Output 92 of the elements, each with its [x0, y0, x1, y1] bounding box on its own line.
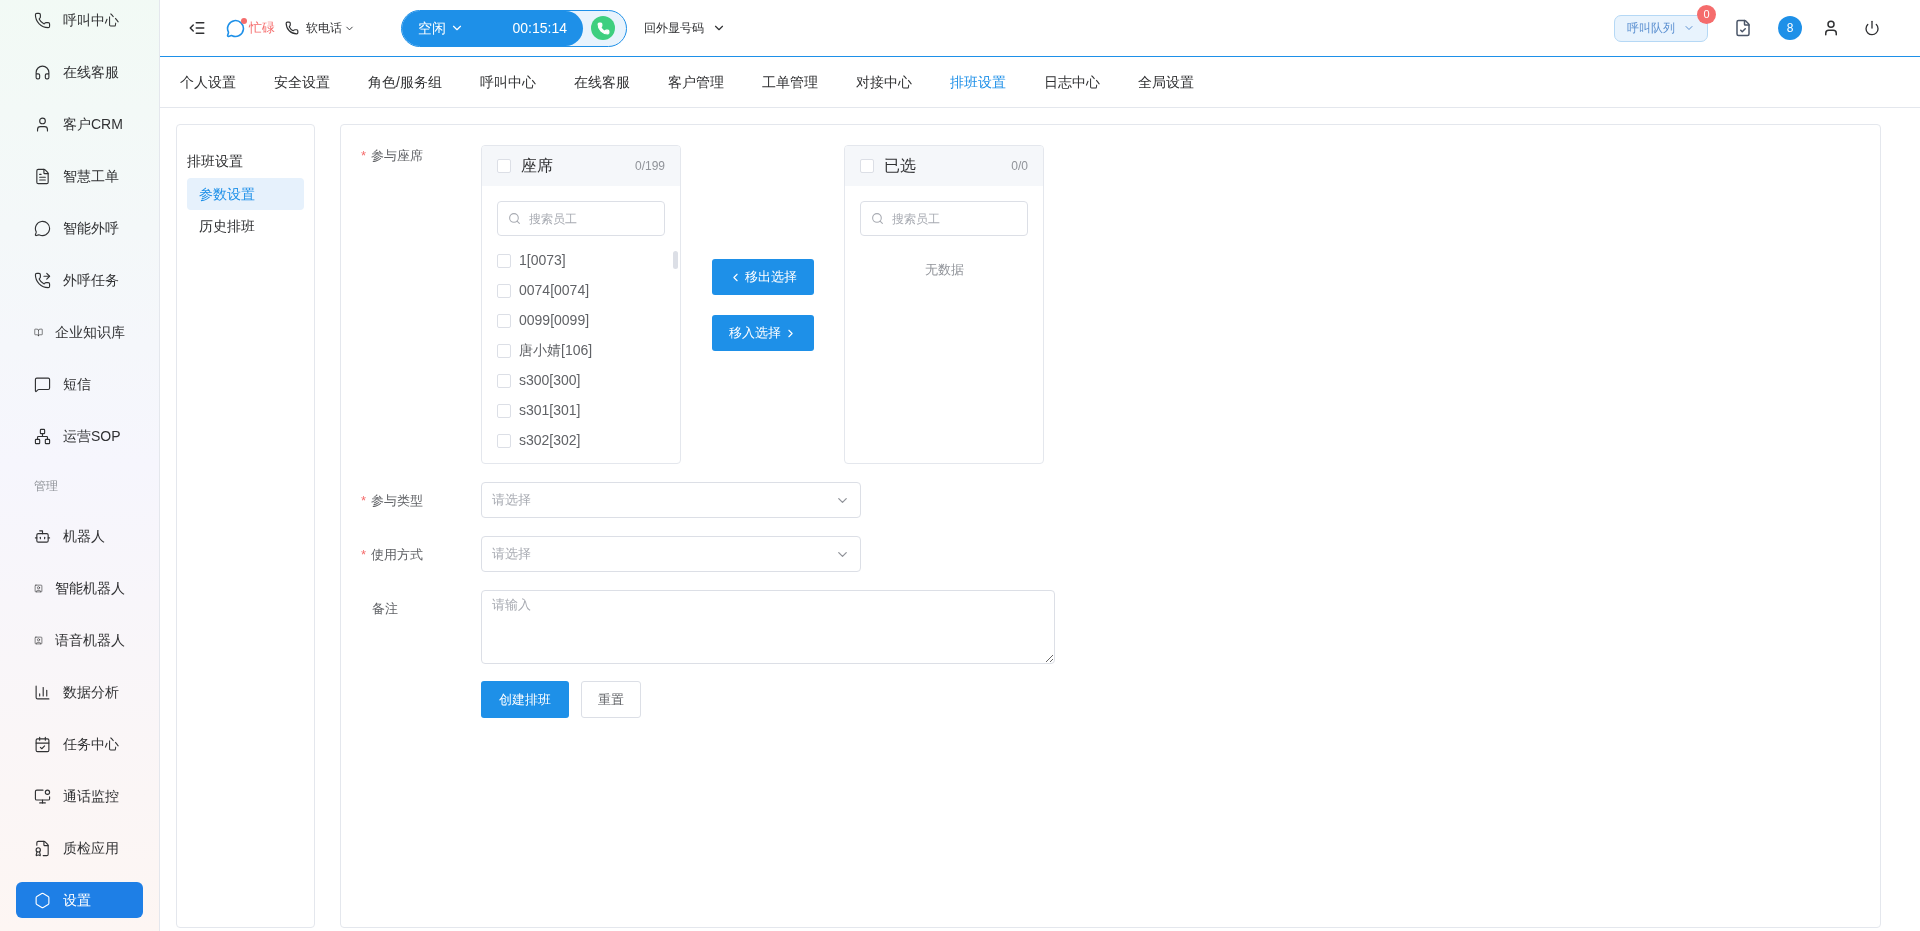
sidebar-item[interactable]: 运营SOP — [16, 418, 143, 454]
field-label: 使用方式 — [371, 546, 424, 564]
field-label: 备注 — [372, 600, 398, 618]
menu-icon — [34, 787, 51, 805]
panel-title: 座席 — [521, 156, 553, 176]
settings-tab[interactable]: 排班设置 — [949, 71, 1006, 93]
menu-icon — [34, 11, 51, 29]
search-icon — [508, 212, 521, 225]
sidebar-item[interactable]: 数据分析 — [16, 674, 143, 710]
checkbox[interactable] — [497, 403, 511, 418]
section-label: 管理 — [34, 478, 58, 495]
seat-option[interactable]: s300[300] — [497, 368, 665, 393]
checkbox[interactable] — [497, 373, 511, 388]
settings-tab[interactable]: 安全设置 — [274, 71, 330, 93]
menu-icon — [34, 735, 51, 753]
sidebar-item[interactable]: 在线客服 — [16, 54, 143, 90]
checkbox[interactable] — [497, 283, 511, 298]
empty-text: 无数据 — [924, 261, 964, 279]
phone-icon — [285, 21, 299, 35]
menu-icon — [34, 375, 51, 393]
sidebar-item[interactable]: 外呼任务 — [16, 262, 143, 298]
required-mark: * — [361, 147, 367, 165]
seat-option[interactable]: 0099[0099] — [497, 308, 665, 333]
sidebar-item[interactable]: 短信 — [16, 366, 143, 402]
required-mark: * — [361, 546, 367, 564]
sidebar-item[interactable]: 通话监控 — [16, 778, 143, 814]
sidebar-item[interactable]: 质检应用 — [16, 830, 143, 866]
settings-tab[interactable]: 全局设置 — [1137, 71, 1194, 93]
menu-icon — [34, 167, 51, 185]
sidebar-item[interactable]: 企业知识库 — [16, 314, 143, 350]
checkbox[interactable] — [497, 433, 511, 448]
sidebar-item[interactable]: 机器人 — [16, 518, 143, 554]
seat-option[interactable]: 唐小婧[106] — [497, 338, 665, 363]
seat-option[interactable]: 1[0073] — [497, 248, 665, 273]
checkbox[interactable] — [497, 253, 511, 268]
caller-id-dropdown[interactable]: 回外显号码 — [644, 19, 726, 37]
sidebar-item[interactable]: 智能机器人 — [16, 570, 143, 606]
required-mark: * — [361, 492, 367, 510]
menu-icon — [34, 427, 51, 445]
scrollbar-thumb[interactable] — [673, 251, 678, 269]
settings-tab[interactable]: 呼叫中心 — [479, 71, 536, 93]
settings-tab[interactable]: 工单管理 — [761, 71, 818, 93]
field-label: 参与类型 — [371, 492, 424, 510]
user-icon[interactable] — [1822, 19, 1840, 37]
checkbox[interactable] — [860, 159, 874, 173]
seat-option[interactable]: s301[301] — [497, 398, 665, 423]
document-icon[interactable] — [1734, 19, 1752, 37]
menu-icon — [34, 683, 51, 701]
sidebar-item[interactable]: 客户CRM — [16, 106, 143, 142]
settings-tab[interactable]: 角色/服务组 — [368, 71, 442, 93]
seat-option[interactable]: 0074[0074] — [497, 278, 665, 303]
menu-icon — [34, 891, 51, 909]
sidebar-item[interactable]: 呼叫中心 — [16, 2, 143, 38]
settings-tab[interactable]: 客户管理 — [667, 71, 724, 93]
power-icon[interactable] — [1864, 20, 1880, 36]
sidebar-item[interactable]: 智能外呼 — [16, 210, 143, 246]
queue-count-badge: 0 — [1697, 4, 1716, 24]
settings-tab[interactable]: 对接中心 — [855, 71, 912, 93]
field-label: 参与座席 — [371, 147, 424, 165]
panel-count: 0/0 — [1011, 158, 1028, 175]
remark-field[interactable]: 请输入 — [481, 590, 1055, 664]
settings-tab[interactable]: 日志中心 — [1043, 71, 1100, 93]
menu-icon — [34, 527, 51, 545]
search-field[interactable]: 搜索员工 — [860, 201, 1028, 236]
chat-icon[interactable] — [226, 18, 245, 38]
submenu-title: 排班设置 — [187, 152, 244, 171]
menu-icon — [34, 219, 51, 237]
search-icon — [871, 212, 884, 225]
panel-count: 0/199 — [634, 158, 665, 175]
seat-option[interactable]: s302[302] — [497, 428, 665, 453]
submenu-item[interactable]: 历史排班 — [187, 210, 304, 242]
menu-icon — [34, 63, 51, 81]
menu-icon — [34, 115, 51, 133]
checkbox[interactable] — [497, 343, 511, 358]
checkbox[interactable] — [497, 313, 511, 328]
softphone-dropdown[interactable]: 软电话 — [306, 19, 355, 37]
checkbox[interactable] — [497, 159, 511, 173]
call-button[interactable] — [591, 16, 615, 40]
sidebar-item[interactable]: 语音机器人 — [16, 622, 143, 658]
menu-icon — [34, 271, 51, 289]
search-field[interactable]: 搜索员工 — [497, 201, 665, 236]
call-timer: 00:15:14 — [512, 18, 567, 38]
settings-tab[interactable]: 个人设置 — [180, 71, 236, 93]
menu-icon — [34, 839, 51, 857]
sidebar-item[interactable]: 设置 — [16, 882, 143, 918]
phone-icon — [596, 21, 610, 35]
reset-button[interactable]: 重置 — [581, 681, 641, 718]
menu-icon[interactable] — [188, 19, 206, 37]
panel-title: 已选 — [884, 156, 916, 176]
sidebar-item[interactable]: 智慧工单 — [16, 158, 143, 194]
settings-tab[interactable]: 在线客服 — [573, 71, 630, 93]
sidebar-item[interactable]: 任务中心 — [16, 726, 143, 762]
